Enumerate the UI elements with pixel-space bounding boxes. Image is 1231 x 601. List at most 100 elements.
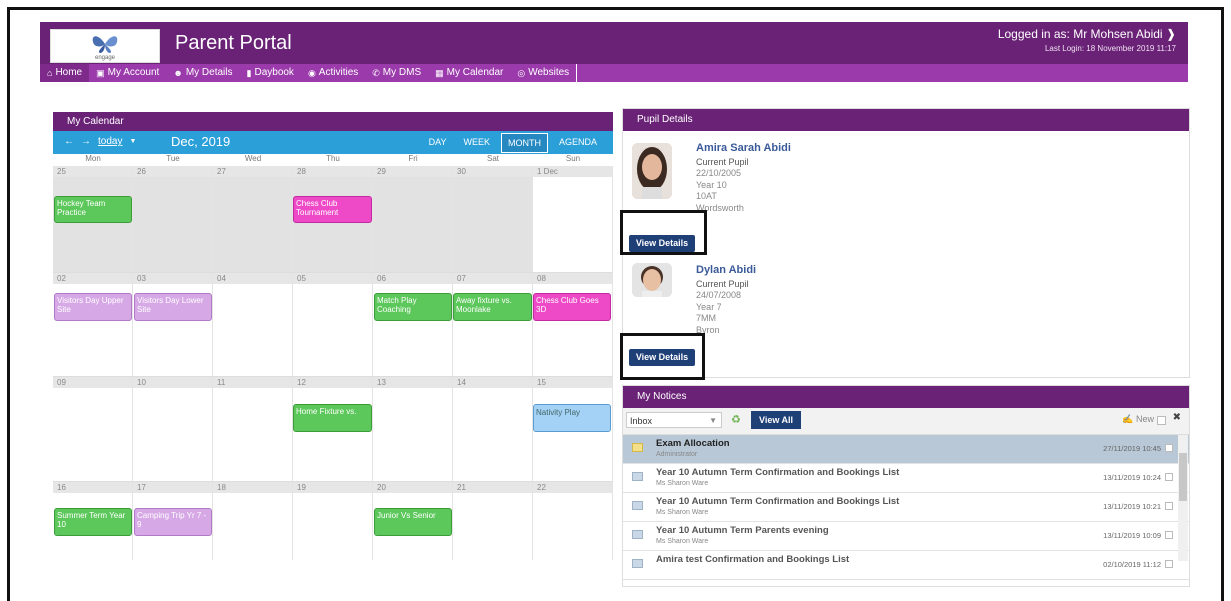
view-day[interactable]: DAY — [423, 133, 453, 151]
trash-icon[interactable]: ✖ — [1173, 412, 1181, 423]
home-icon: ⌂ — [47, 68, 53, 78]
notice-sender: Administrator — [656, 451, 698, 458]
event-chess-club-tournament[interactable]: Chess Club Tournament — [293, 196, 372, 223]
nav-daybook-label: Daybook — [254, 67, 294, 78]
calendar-week: 02 03 04 05 06 07 08 Visitors Day Upper … — [53, 273, 613, 377]
day-number: 14 — [453, 377, 532, 388]
main-nav: ⌂ Home ▣ My Account ☻ My Details ▮ Daybook ◉… — [40, 64, 1188, 82]
day-number: 11 — [213, 377, 292, 388]
view-month[interactable]: MONTH — [500, 133, 548, 153]
pupil-photo — [632, 263, 672, 297]
calendar-day[interactable]: 1 Dec — [533, 166, 613, 272]
view-week[interactable]: WEEK — [457, 133, 496, 151]
calendar-day[interactable]: 10 — [133, 377, 213, 481]
event-nativity-play[interactable]: Nativity Play — [533, 404, 611, 432]
calendar-day[interactable]: 29 — [373, 166, 453, 272]
calendar-day[interactable]: 06 — [373, 273, 453, 376]
nav-my-dms[interactable]: ✆ My DMS — [365, 64, 428, 82]
pupil-name[interactable]: Amira Sarah Abidi — [696, 142, 791, 155]
notice-date: 02/10/2019 11:12 — [1103, 560, 1161, 569]
event-hockey-team-practice[interactable]: Hockey Team Practice — [54, 196, 132, 223]
calendar-day[interactable]: 13 — [373, 377, 453, 481]
prev-arrow-icon[interactable]: ← — [64, 136, 74, 147]
notice-checkbox[interactable] — [1165, 444, 1173, 452]
calendar-panel-title: My Calendar — [53, 112, 613, 131]
day-number: 15 — [533, 377, 612, 388]
calendar-day[interactable]: 21 — [453, 482, 533, 560]
calendar-day[interactable]: 11 — [213, 377, 293, 481]
day-number: 02 — [53, 273, 132, 284]
day-number: 10 — [133, 377, 212, 388]
notice-subject: Year 10 Autumn Term Confirmation and Boo… — [656, 496, 900, 507]
calendar-day[interactable]: 26 — [133, 166, 213, 272]
calendar-day[interactable]: 19 — [293, 482, 373, 560]
dms-icon: ✆ — [372, 68, 380, 78]
caret-down-icon[interactable]: ▼ — [129, 138, 136, 145]
calendar-day[interactable]: 30 — [453, 166, 533, 272]
event-home-fixture[interactable]: Home Fixture vs. — [293, 404, 372, 432]
notice-row[interactable]: Year 10 Autumn Term Confirmation and Boo… — [623, 493, 1189, 522]
event-away-fixture[interactable]: Away fixture vs. Moonlake — [453, 293, 532, 321]
calendar-day[interactable]: 07 — [453, 273, 533, 376]
new-notice-button[interactable]: ✍ New — [1122, 414, 1154, 425]
view-all-button[interactable]: View All — [751, 411, 801, 429]
calendar-day[interactable]: 02 — [53, 273, 133, 376]
pupil-name[interactable]: Dylan Abidi — [696, 264, 756, 277]
calendar-day[interactable]: 05 — [293, 273, 373, 376]
calendar-day[interactable]: 14 — [453, 377, 533, 481]
notice-row[interactable]: Exam Allocation Administrator 27/11/2019… — [623, 435, 1189, 464]
event-chess-club-3d[interactable]: Chess Club Goes 3D — [533, 293, 611, 321]
notice-row[interactable]: Year 10 Autumn Term Confirmation and Boo… — [623, 464, 1189, 493]
notice-checkbox[interactable] — [1165, 473, 1173, 481]
nav-my-calendar[interactable]: ▦ My Calendar — [428, 64, 510, 82]
select-all-checkbox[interactable] — [1157, 416, 1166, 425]
pupil-info: Dylan Abidi Current Pupil 24/07/2008 Yea… — [696, 264, 756, 336]
event-match-play-coaching[interactable]: Match Play Coaching — [374, 293, 452, 321]
logged-in-user[interactable]: Logged in as: Mr Mohsen Abidi ❱ — [998, 27, 1176, 41]
calendar-day[interactable]: 03 — [133, 273, 213, 376]
next-arrow-icon[interactable]: → — [81, 136, 91, 147]
notice-sender: Ms Sharon Ware — [656, 538, 709, 545]
event-camping-trip[interactable]: Camping Trip Yr 7 - 9 — [134, 508, 212, 536]
dow-wed: Wed — [244, 154, 262, 163]
calendar-day[interactable]: 22 — [533, 482, 613, 560]
chevron-down-icon[interactable]: ❱ — [1166, 27, 1176, 41]
dow-fri: Fri — [408, 154, 418, 163]
day-number: 12 — [293, 377, 372, 388]
calendar-day[interactable]: 18 — [213, 482, 293, 560]
notice-sender: Ms Sharon Ware — [656, 509, 709, 516]
scrollbar-thumb[interactable] — [1179, 453, 1187, 501]
event-visitors-day-upper[interactable]: Visitors Day Upper Site — [54, 293, 132, 321]
id-card-icon: ▣ — [96, 68, 105, 78]
nav-activities[interactable]: ◉ Activities — [301, 64, 365, 82]
nav-home[interactable]: ⌂ Home — [40, 64, 90, 82]
today-link[interactable]: today — [98, 136, 122, 147]
calendar-day[interactable]: 27 — [213, 166, 293, 272]
nav-my-account[interactable]: ▣ My Account — [89, 64, 166, 82]
notice-date: 13/11/2019 10:21 — [1103, 502, 1161, 511]
day-number: 07 — [453, 273, 532, 284]
event-visitors-day-lower[interactable]: Visitors Day Lower Site — [134, 293, 212, 321]
day-number: 17 — [133, 482, 212, 493]
engage-logo[interactable]: engage — [50, 29, 160, 63]
notice-row[interactable]: Year 10 Autumn Term Parents evening Ms S… — [623, 522, 1189, 551]
notice-checkbox[interactable] — [1165, 531, 1173, 539]
refresh-icon[interactable]: ♻ — [731, 413, 741, 426]
notice-checkbox[interactable] — [1165, 502, 1173, 510]
pupil-year: Year 10 — [696, 179, 727, 190]
nav-my-details[interactable]: ☻ My Details — [166, 64, 239, 82]
event-junior-vs-senior[interactable]: Junior Vs Senior — [374, 508, 452, 536]
notices-scrollbar[interactable] — [1178, 435, 1188, 561]
nav-daybook[interactable]: ▮ Daybook — [240, 64, 301, 82]
notice-row[interactable]: Amira test Confirmation and Bookings Lis… — [623, 551, 1189, 580]
nav-websites[interactable]: ◎ Websites — [510, 64, 576, 82]
notice-checkbox[interactable] — [1165, 560, 1173, 568]
last-login: Last Login: 18 November 2019 11:17 — [1044, 44, 1176, 53]
calendar-day[interactable]: 09 — [53, 377, 133, 481]
calendar-day[interactable]: 04 — [213, 273, 293, 376]
calendar-day[interactable]: 08 — [533, 273, 613, 376]
folder-select[interactable]: Inbox ▼ — [626, 412, 722, 428]
app-title: Parent Portal — [175, 32, 292, 54]
view-agenda[interactable]: AGENDA — [553, 133, 603, 151]
event-summer-term[interactable]: Summer Term Year 10 — [54, 508, 132, 536]
